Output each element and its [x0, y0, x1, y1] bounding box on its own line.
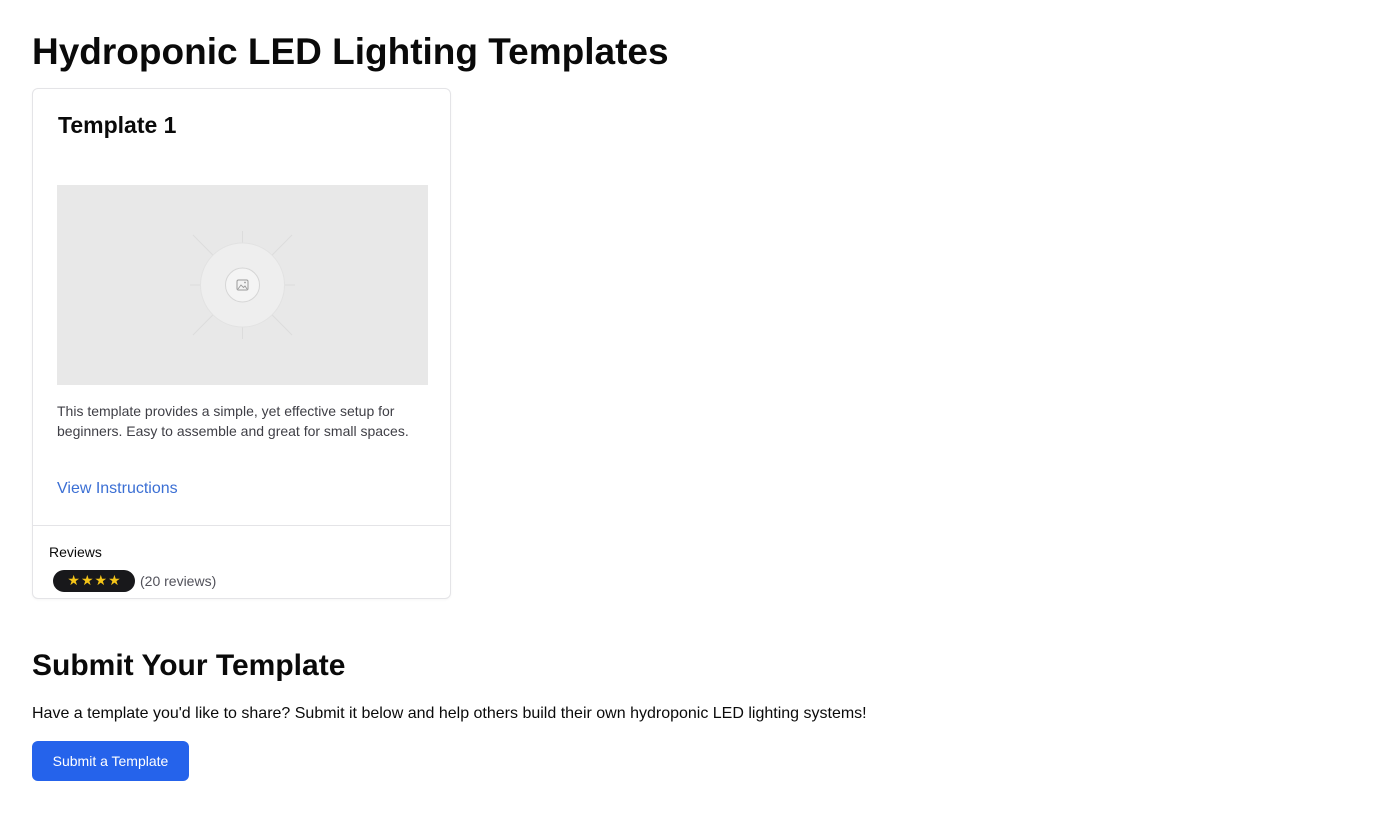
template-image: [57, 185, 428, 385]
view-instructions-link[interactable]: View Instructions: [57, 479, 178, 499]
page-title: Hydroponic LED Lighting Templates: [32, 31, 669, 72]
star-icon: ★: [108, 573, 121, 589]
submit-section-title: Submit Your Template: [32, 649, 346, 682]
reviews-label: Reviews: [49, 544, 102, 560]
star-icon: ★: [94, 573, 108, 589]
submit-section-text: Have a template you'd like to share? Sub…: [32, 705, 867, 722]
star-icon: ★: [80, 573, 94, 589]
submit-template-button[interactable]: Submit a Template: [32, 741, 189, 781]
star-icon: ★: [67, 573, 80, 589]
template-description: This template provides a simple, yet eff…: [57, 403, 409, 439]
rating-badge: ★ ★ ★ ★: [53, 570, 135, 592]
image-placeholder-icon: [190, 231, 295, 339]
review-count: (20 reviews): [140, 573, 217, 589]
card-divider: [33, 525, 450, 526]
template-card: Template 1 This template provides a simp…: [32, 88, 451, 599]
template-title: Template 1: [58, 112, 177, 138]
